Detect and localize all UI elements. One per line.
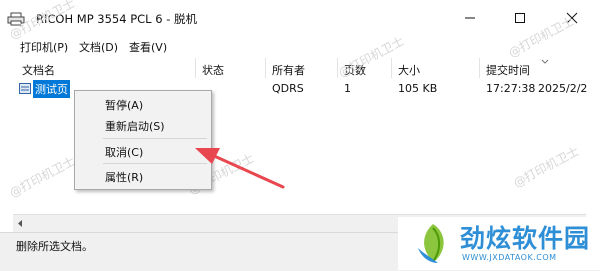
minimize-icon (465, 17, 475, 19)
menu-document[interactable]: 文档(D) (79, 39, 118, 55)
scroll-left-icon[interactable] (16, 219, 24, 228)
title-bar: RICOH MP 3554 PCL 6 - 脱机 (0, 0, 600, 34)
row-date: 2025/2/2 (538, 82, 588, 95)
site-logo: 劲炫软件园 WWW.JXDATAOK.COM (398, 217, 600, 270)
logo-name: 劲炫软件园 (460, 224, 591, 253)
menu-item-pause[interactable]: 暂停(A) (105, 97, 143, 113)
row-size: 105 KB (398, 82, 438, 95)
column-header-status[interactable]: 状态 (202, 62, 224, 78)
document-icon (19, 83, 31, 94)
menu-item-restart[interactable]: 重新启动(S) (105, 118, 165, 134)
menu-view[interactable]: 查看(V) (129, 39, 167, 55)
column-header-name[interactable]: 文档名 (22, 62, 55, 78)
row-pages: 1 (344, 82, 351, 95)
logo-url: WWW.JXDATAOK.COM (462, 253, 557, 262)
column-divider[interactable] (479, 58, 480, 78)
row-time: 17:27:38 (486, 82, 536, 95)
sort-chevron-icon (541, 59, 549, 64)
column-header-size[interactable]: 大小 (398, 62, 420, 78)
maximize-icon (515, 13, 525, 23)
leaf-logo-icon (418, 224, 444, 263)
column-header-owner[interactable]: 所有者 (272, 62, 305, 78)
menu-printer[interactable]: 打印机(P) (20, 39, 68, 55)
menu-item-properties[interactable]: 属性(R) (105, 169, 143, 185)
status-text: 删除所选文档。 (16, 240, 93, 253)
row-owner: QDRS (272, 82, 304, 95)
document-name-selected[interactable]: 测试页 (33, 80, 70, 98)
minimize-button[interactable] (456, 8, 484, 28)
annotation-arrow-icon (195, 148, 285, 189)
menu-item-cancel[interactable]: 取消(C) (105, 144, 143, 160)
column-header-time[interactable]: 提交时间 (486, 62, 530, 78)
column-divider[interactable] (265, 58, 266, 78)
column-divider[interactable] (195, 58, 196, 78)
maximize-button[interactable] (506, 8, 534, 28)
column-divider[interactable] (391, 58, 392, 78)
menu-separator (103, 138, 207, 139)
